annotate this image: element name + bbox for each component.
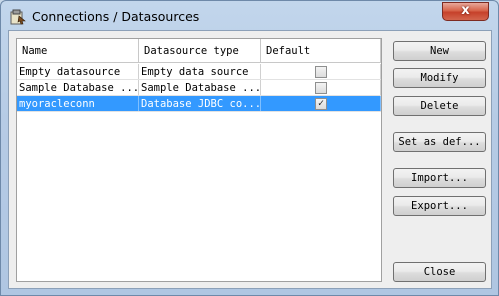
datasource-table: Name Datasource type Default Empty datas… (16, 38, 382, 282)
cell-name: myoracleconn (17, 96, 139, 111)
connections-dialog: Connections / Datasources x Name Datasou… (0, 0, 499, 296)
delete-button[interactable]: Delete (393, 96, 486, 116)
new-button[interactable]: New (393, 41, 486, 61)
default-checkbox[interactable] (315, 82, 327, 94)
title-bar[interactable]: Connections / Datasources x (1, 1, 498, 31)
default-checkbox[interactable]: ✓ (315, 98, 327, 110)
window-close-button[interactable]: x (442, 2, 489, 21)
cell-default (261, 80, 381, 95)
cell-default (261, 64, 381, 79)
table-row-selected[interactable]: myoracleconn Database JDBC co... ✓ (17, 96, 381, 112)
export-button[interactable]: Export... (393, 196, 486, 216)
app-icon (10, 9, 26, 25)
table-row[interactable]: Sample Database ... Sample Database ... (17, 80, 381, 96)
cell-default: ✓ (261, 96, 381, 111)
column-header-default[interactable]: Default (261, 39, 381, 63)
default-checkbox[interactable] (315, 66, 327, 78)
modify-button[interactable]: Modify (393, 68, 486, 88)
cell-type: Empty data source (139, 64, 261, 79)
cell-name: Empty datasource (17, 64, 139, 79)
import-button[interactable]: Import... (393, 168, 486, 188)
dialog-content: Name Datasource type Default Empty datas… (8, 30, 492, 289)
window-title: Connections / Datasources (32, 9, 200, 24)
cell-type: Sample Database ... (141, 80, 261, 95)
close-button[interactable]: Close (393, 262, 486, 282)
table-header: Name Datasource type Default (17, 39, 381, 63)
column-header-name[interactable]: Name (17, 39, 139, 63)
table-row[interactable]: Empty datasource Empty data source (17, 64, 381, 80)
set-as-default-button[interactable]: Set as def... (393, 132, 486, 152)
cell-type: Database JDBC co... (141, 96, 261, 111)
column-header-type[interactable]: Datasource type (139, 39, 261, 63)
cell-name: Sample Database ... (19, 80, 139, 95)
